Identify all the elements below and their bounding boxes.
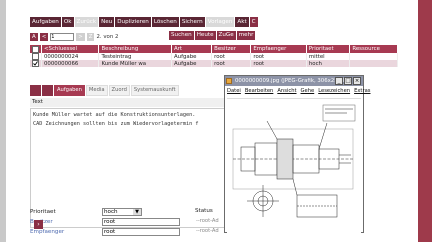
- table-cell: root: [211, 53, 252, 60]
- main-toolbar: Aufgaben Ok Zurück Neu Duplizieren Lösch…: [30, 17, 259, 27]
- row-checkbox-checked[interactable]: [32, 60, 39, 67]
- toolbar-back-button[interactable]: Zurück: [74, 17, 99, 27]
- select-all-header[interactable]: [30, 45, 42, 53]
- pager-page-text: 2. von 2: [96, 33, 119, 40]
- toolbar-delete-button[interactable]: Löschen: [151, 17, 179, 27]
- table-cell: Aufgabe: [171, 53, 213, 60]
- image-file-icon: [226, 78, 232, 84]
- bottom-arrow-button[interactable]: ›: [34, 220, 43, 229]
- recipient-row: Empfaenger root: [30, 227, 180, 236]
- recipient-label-link[interactable]: Empfaenger: [30, 229, 102, 235]
- select-all-checkbox[interactable]: [32, 45, 39, 53]
- more-button[interactable]: mehr: [236, 31, 256, 40]
- chevron-down-icon[interactable]: ▼: [133, 208, 141, 215]
- status-value: --root-Ad: [196, 218, 219, 224]
- priority-row: Prioritaet hoch ▼: [30, 207, 142, 216]
- collapse-button[interactable]: [30, 85, 41, 96]
- image-viewer-window: 0000000009.jpg (JPEG-Grafik, 306x253 Pix…: [224, 75, 370, 233]
- row-checkbox[interactable]: [32, 53, 39, 60]
- image-window-menubar: Datei Bearbeiten Ansicht Gehe Lesezeiche…: [225, 87, 370, 95]
- column-header-owner[interactable]: Besitzer: [211, 45, 252, 53]
- table-cell: Aufgabe: [171, 60, 213, 67]
- owner-row: Besitzer root: [30, 217, 180, 226]
- column-header-resource[interactable]: Ressource: [349, 45, 398, 53]
- pager-last-button[interactable]: Z: [86, 32, 95, 41]
- priority-select[interactable]: hoch ▼: [102, 207, 142, 216]
- menu-lesezeichen[interactable]: Lesezeichen: [318, 87, 350, 95]
- column-header-priority[interactable]: Prioritaet: [306, 45, 351, 53]
- search-buttons: Suchen Heute ZuGe mehr: [169, 31, 256, 40]
- table-cell: [349, 53, 398, 60]
- tab-zuord[interactable]: Zuord: [108, 85, 130, 96]
- table-header-row: <Schluessel Beschreibung Art Besitzer Em…: [30, 45, 398, 53]
- tab-systemauskunft[interactable]: Systemauskunft: [130, 85, 179, 96]
- table-cell: mittel: [306, 53, 351, 60]
- recipient-input[interactable]: root: [102, 227, 180, 236]
- tab-aufgaben[interactable]: Aufgaben: [54, 85, 85, 96]
- toolbar-c-button[interactable]: C: [249, 17, 258, 27]
- status-value: --root-Ad: [196, 228, 219, 234]
- pager-prev-button[interactable]: <: [39, 32, 49, 41]
- pager: A < 1 > Z 2. von 2: [30, 32, 122, 41]
- image-window-titlebar[interactable]: 0000000009.jpg (JPEG-Grafik, 306x253 Pix…: [225, 76, 363, 86]
- table-cell: hoch: [306, 60, 351, 67]
- column-header-recipient[interactable]: Empfaenger: [250, 45, 307, 53]
- column-header-description[interactable]: Beschreibung: [98, 45, 172, 53]
- menu-bearbeiten[interactable]: Bearbeiten: [245, 87, 274, 95]
- search-button[interactable]: Suchen: [169, 31, 194, 40]
- table-cell: 0000000066: [41, 60, 100, 67]
- text-line: Kunde Müller wartet auf die Konstruktion…: [33, 112, 196, 118]
- zuge-button[interactable]: ZuGe: [216, 31, 236, 40]
- checkmark-icon: [33, 61, 38, 66]
- table-cell: root: [250, 53, 307, 60]
- table-cell: Kunde Müller wa: [98, 60, 172, 67]
- text-line: CAD Zeichnungen sollten bis zum Wiedervo…: [33, 121, 199, 127]
- text-label: Text: [30, 98, 242, 107]
- task-table: <Schluessel Beschreibung Art Besitzer Em…: [30, 45, 398, 67]
- today-button[interactable]: Heute: [194, 31, 216, 40]
- toolbar-save-button[interactable]: Sichern: [179, 17, 205, 27]
- toolbar-akt-button[interactable]: Akt: [235, 17, 249, 27]
- menu-datei[interactable]: Datei: [227, 87, 241, 95]
- menu-extras[interactable]: Extras: [354, 87, 370, 95]
- minimize-button[interactable]: _: [335, 77, 343, 85]
- table-row[interactable]: 0000000024 Testeintrag Aufgabe root root…: [30, 53, 398, 60]
- toolbar-templates-button[interactable]: Vorlagen: [205, 17, 235, 27]
- owner-input[interactable]: root: [102, 217, 180, 226]
- table-row-selected[interactable]: 0000000066 Kunde Müller wa Aufgabe root …: [30, 60, 398, 67]
- toolbar-ok-button[interactable]: Ok: [61, 17, 74, 27]
- expand-button[interactable]: [42, 85, 53, 96]
- maximize-button[interactable]: □: [344, 77, 352, 85]
- menu-ansicht[interactable]: Ansicht: [277, 87, 296, 95]
- priority-select-value: hoch: [104, 208, 118, 215]
- table-cell: root: [211, 60, 252, 67]
- column-header-type[interactable]: Art: [171, 45, 213, 53]
- tab-media[interactable]: Media: [85, 85, 108, 96]
- priority-label: Prioritaet: [30, 208, 56, 215]
- row-checkbox-cell[interactable]: [30, 60, 42, 67]
- column-header-key[interactable]: <Schluessel: [41, 45, 100, 53]
- row-checkbox-cell[interactable]: [30, 53, 42, 60]
- cad-drawing-image: [227, 98, 361, 233]
- detail-tabs: Aufgaben Media Zuord Systemauskunft: [30, 85, 180, 96]
- status-label: Status: [195, 208, 213, 214]
- pager-first-button[interactable]: A: [30, 32, 38, 41]
- menu-gehe[interactable]: Gehe: [301, 87, 315, 95]
- table-cell: root: [250, 60, 307, 67]
- right-accent-strip: [418, 0, 432, 242]
- cad-drawing-icon: [232, 104, 356, 218]
- close-button[interactable]: ×: [353, 77, 361, 85]
- toolbar-aufgaben-button[interactable]: Aufgaben: [30, 17, 61, 27]
- table-cell: [349, 60, 398, 67]
- toolbar-new-button[interactable]: Neu: [99, 17, 115, 27]
- toolbar-duplicate-button[interactable]: Duplizieren: [115, 17, 151, 27]
- pager-next-button[interactable]: >: [76, 32, 85, 41]
- pager-page-input[interactable]: 1: [50, 32, 75, 41]
- table-cell: 0000000024: [41, 53, 100, 60]
- table-cell: Testeintrag: [98, 53, 172, 60]
